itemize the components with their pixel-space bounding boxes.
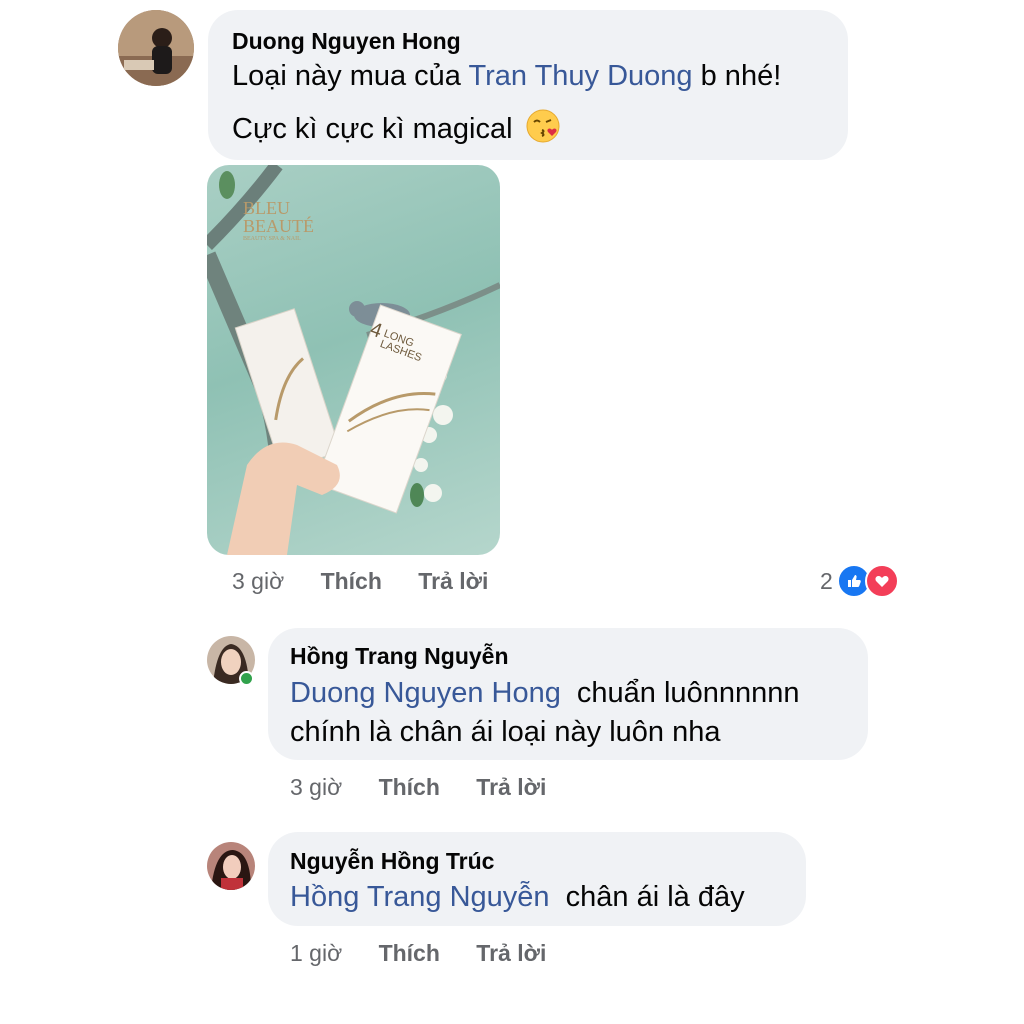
avatar[interactable]: [118, 10, 194, 86]
kiss-emoji-icon: [525, 108, 561, 152]
brand-line-2: BEAUTÉ: [243, 216, 314, 236]
reply-button[interactable]: Trả lời: [418, 568, 488, 594]
comment-actions: 3 giờ Thích Trả lời: [290, 774, 546, 801]
comment-text: chân ái là đây: [565, 881, 745, 913]
comment-text: b nhé!: [700, 60, 782, 92]
comment-time[interactable]: 3 giờ: [290, 774, 342, 800]
like-button[interactable]: Thích: [379, 774, 440, 800]
reply-button[interactable]: Trả lời: [476, 774, 546, 800]
reply-button[interactable]: Trả lời: [476, 940, 546, 966]
comment-author[interactable]: Hồng Trang Nguyễn: [290, 643, 509, 670]
avatar-image: [118, 10, 194, 86]
comment-text-line-1: Loại này mua của Tran Thuy Duong b nhé!: [232, 60, 781, 93]
comment-actions: 3 giờ Thích Trả lời: [232, 568, 488, 595]
comment-author[interactable]: Duong Nguyen Hong: [232, 28, 461, 55]
mention-link[interactable]: Duong Nguyen Hong: [290, 677, 561, 709]
avatar[interactable]: [207, 842, 255, 890]
mention-link[interactable]: Hồng Trang Nguyễn: [290, 881, 550, 913]
comment-time[interactable]: 3 giờ: [232, 568, 284, 594]
comment-text: chính là chân ái loại này luôn nha: [290, 716, 721, 748]
avatar-image: [207, 842, 255, 890]
attached-photo[interactable]: BLEU BEAUTÉ BEAUTY SPA & NAIL 4 LONG LAS…: [207, 165, 500, 555]
comment-time[interactable]: 1 giờ: [290, 940, 342, 966]
reaction-summary[interactable]: 2: [820, 564, 899, 598]
comment-author[interactable]: Nguyễn Hồng Trúc: [290, 848, 494, 875]
brand-logo: BLEU BEAUTÉ BEAUTY SPA & NAIL: [243, 199, 314, 243]
mention-link[interactable]: Tran Thuy Duong: [468, 60, 692, 92]
love-reaction-icon: [864, 564, 899, 598]
comment-text-line-1: Hồng Trang Nguyễn chân ái là đây: [290, 881, 745, 914]
like-button[interactable]: Thích: [321, 568, 382, 594]
like-button[interactable]: Thích: [379, 940, 440, 966]
reaction-count: 2: [820, 567, 833, 594]
brand-tagline: BEAUTY SPA & NAIL: [243, 236, 301, 242]
comment-text: Cực kì cực kì magical: [232, 113, 513, 145]
online-status-dot: [239, 671, 254, 686]
brand-line-1: BLEU: [243, 198, 290, 218]
comment-text-line-1: Duong Nguyen Hong chuẩn luônnnnnn: [290, 677, 799, 710]
comment-text-line-2: Cực kì cực kì magical: [232, 108, 561, 152]
comment-text: Loại này mua của: [232, 60, 461, 92]
comment-actions: 1 giờ Thích Trả lời: [290, 940, 546, 967]
comment-text-line-2: chính là chân ái loại này luôn nha: [290, 716, 720, 749]
comment-text: chuẩn luônnnnnn: [576, 677, 800, 709]
